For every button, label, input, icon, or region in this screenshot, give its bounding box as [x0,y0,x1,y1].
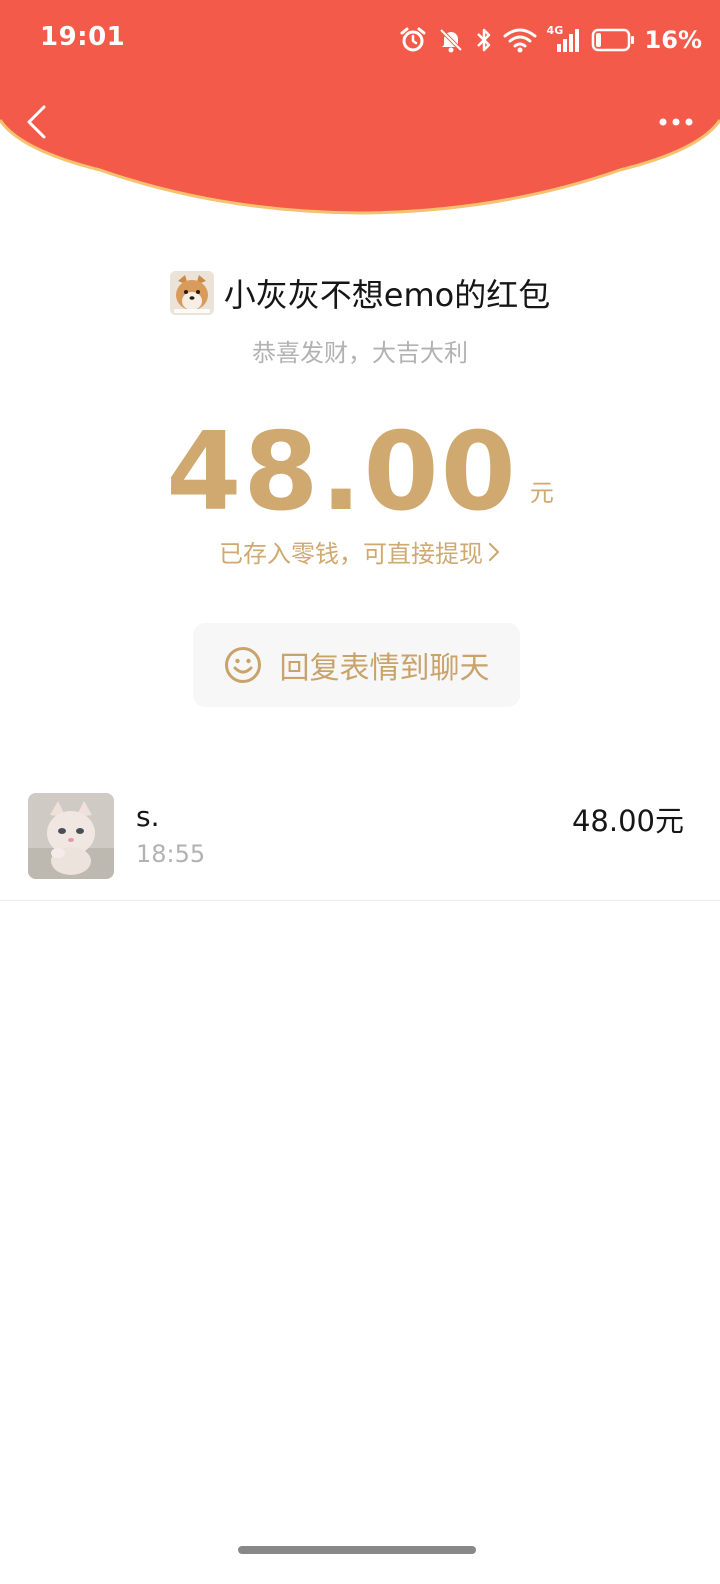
more-button[interactable] [654,104,698,140]
status-time: 19:01 [40,22,126,52]
stored-to-wallet-link[interactable]: 已存入零钱，可直接提现 [0,534,720,569]
bluetooth-icon [475,26,493,54]
battery-icon [591,27,635,53]
avatar[interactable] [28,793,114,879]
alarm-icon [399,26,427,54]
reply-sticker-button[interactable]: 回复表情到聊天 [193,623,520,707]
sender-title: 小灰灰不想emo的红包 [223,276,551,314]
kitten-avatar-icon [28,793,114,879]
reply-sticker-label: 回复表情到聊天 [279,651,490,686]
mute-bell-icon [437,26,465,54]
back-button[interactable] [14,98,58,146]
signal-icon: 4G [547,24,581,54]
shiba-dog-avatar-icon [169,271,214,315]
amount-unit: 元 [529,479,554,507]
wish-text: 恭喜发财，大吉大利 [252,339,468,367]
chevron-left-icon [27,105,46,139]
home-indicator[interactable] [238,1546,476,1554]
record-time: 18:55 [136,840,206,868]
amount-value: 48.00 [166,410,518,535]
red-packet-detail-page: 19:01 4G 16% 小灰灰不想emo的红包 恭喜发财，大吉大利 48.00… [0,0,720,1584]
smiley-icon [224,647,261,683]
chevron-right-icon [488,542,500,561]
amount-row: 48.00 元 [0,408,720,528]
status-icons: 4G 16% [399,22,702,58]
stored-text: 已存入零钱，可直接提现 [219,540,483,568]
record-name: s. [136,800,160,833]
wifi-icon [503,26,537,54]
record-amount: 48.00元 [571,804,684,838]
sender-row: 小灰灰不想emo的红包 [0,268,720,318]
battery-percent: 16% [644,26,702,54]
status-bar: 19:01 4G 16% [0,0,720,80]
more-dots-icon [659,118,693,126]
list-item[interactable]: s. 18:55 48.00元 [0,780,720,901]
sender-avatar[interactable] [169,271,214,315]
